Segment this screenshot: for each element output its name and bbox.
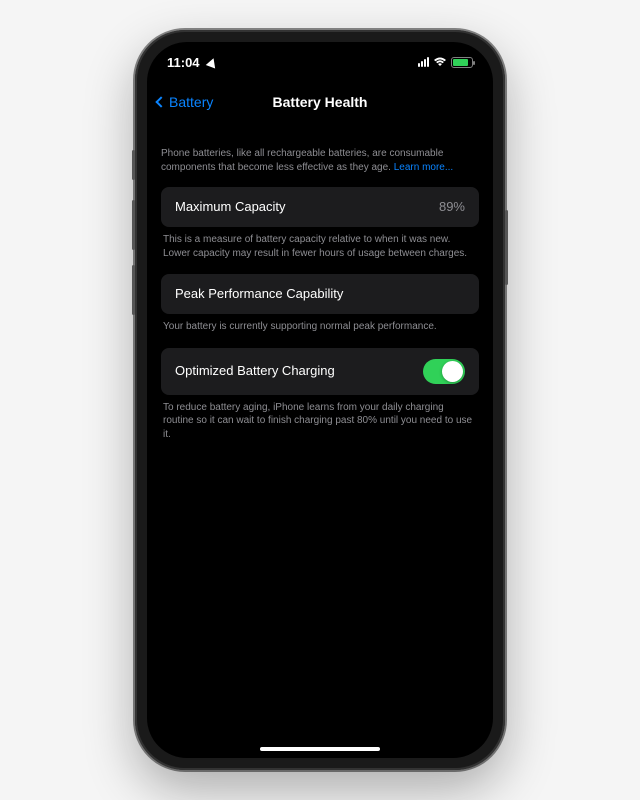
optimized-charging-row[interactable]: Optimized Battery Charging <box>161 348 479 395</box>
nav-bar: Battery Battery Health <box>147 82 493 122</box>
location-icon <box>205 56 217 68</box>
chevron-left-icon <box>155 96 166 107</box>
battery-icon <box>451 57 473 68</box>
volume-down-button <box>132 265 135 315</box>
status-time: 11:04 <box>167 55 200 70</box>
optimized-charging-toggle[interactable] <box>423 359 465 384</box>
max-capacity-row[interactable]: Maximum Capacity 89% <box>161 187 479 227</box>
volume-up-button <box>132 200 135 250</box>
learn-more-link[interactable]: Learn more... <box>394 162 453 173</box>
max-capacity-desc: This is a measure of battery capacity re… <box>161 233 479 274</box>
home-indicator[interactable] <box>260 747 380 751</box>
optimized-charging-label: Optimized Battery Charging <box>175 362 335 380</box>
toggle-knob <box>442 361 463 382</box>
power-button <box>505 210 508 285</box>
cellular-icon <box>418 57 429 67</box>
content: Phone batteries, like all rechargeable b… <box>147 147 493 455</box>
peak-performance-desc: Your battery is currently supporting nor… <box>161 320 479 348</box>
screen: 11:04 Battery Battery Health Phone batte… <box>147 42 493 758</box>
status-left: 11:04 <box>167 55 217 70</box>
peak-performance-row[interactable]: Peak Performance Capability <box>161 274 479 314</box>
mute-switch <box>132 150 135 180</box>
phone-frame: 11:04 Battery Battery Health Phone batte… <box>135 30 505 770</box>
peak-performance-label: Peak Performance Capability <box>175 285 343 303</box>
intro-text: Phone batteries, like all rechargeable b… <box>161 147 479 175</box>
back-label: Battery <box>169 94 213 110</box>
optimized-charging-desc: To reduce battery aging, iPhone learns f… <box>161 401 479 456</box>
status-right <box>418 57 473 68</box>
wifi-icon <box>433 57 447 67</box>
notch <box>238 42 403 68</box>
back-button[interactable]: Battery <box>157 94 213 110</box>
max-capacity-label: Maximum Capacity <box>175 198 286 216</box>
max-capacity-value: 89% <box>439 198 465 216</box>
page-title: Battery Health <box>273 94 368 110</box>
